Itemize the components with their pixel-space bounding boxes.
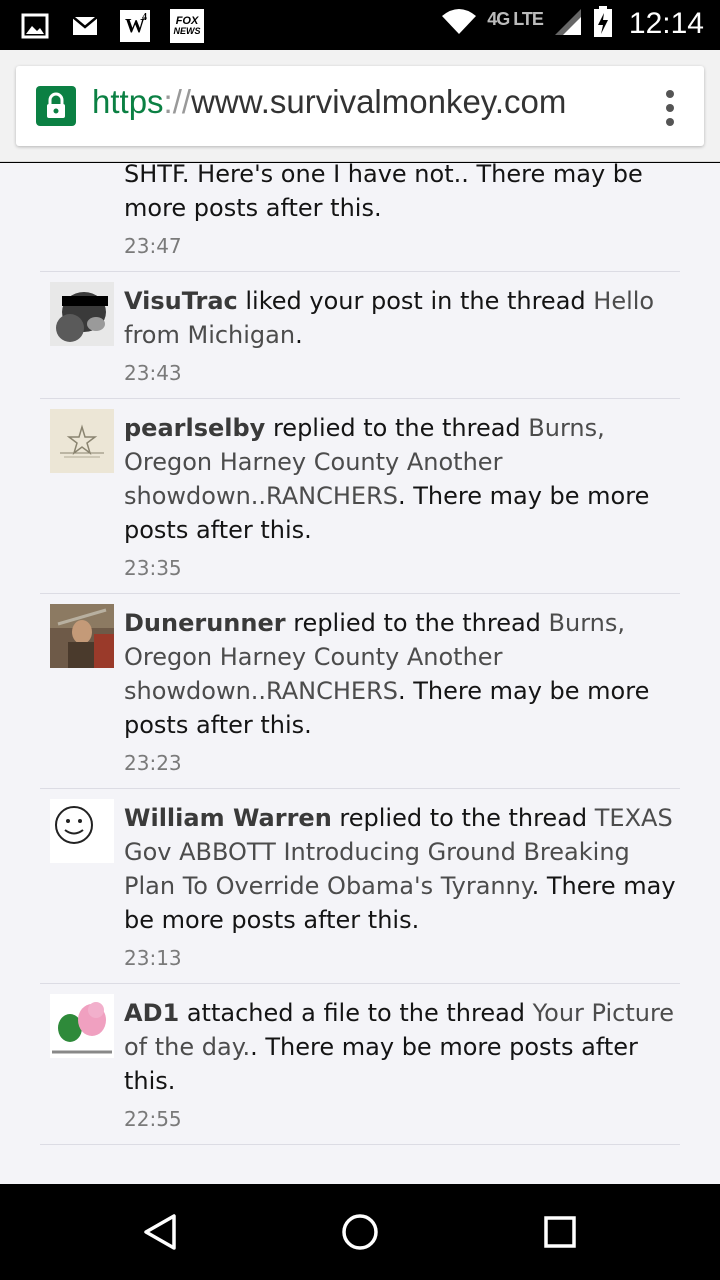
alert-message: Dunerunner replied to the thread Burns, …	[124, 606, 680, 742]
alert-action: liked your post in the thread	[237, 287, 594, 315]
list-item[interactable]: VisuTrac liked your post in the thread H…	[40, 272, 680, 399]
alert-message: VisuTrac liked your post in the thread H…	[124, 284, 680, 352]
navigation-bar	[0, 1184, 720, 1280]
w4-superscript: 4	[142, 12, 147, 23]
alerts-feed: lot of "prepper" topics, regarding when …	[0, 163, 720, 1184]
avatar[interactable]	[50, 604, 114, 668]
username-link[interactable]: AD1	[124, 999, 179, 1027]
fox-line2: NEWS	[173, 26, 201, 36]
alert-message: William Warren replied to the thread TEX…	[124, 801, 680, 937]
avatar[interactable]	[50, 282, 114, 346]
address-bar[interactable]: https://www.survivalmonkey.com	[16, 66, 704, 146]
clock: 12:14	[628, 7, 704, 40]
username-link[interactable]: pearlselby	[124, 414, 265, 442]
url-host: www.survivalmonkey.com	[191, 83, 567, 120]
status-bar: W4 FOX NEWS 4G LTE 12:14	[0, 0, 720, 50]
list-item[interactable]: William Warren replied to the thread TEX…	[40, 789, 680, 984]
wifi-icon	[441, 8, 477, 40]
avatar[interactable]	[50, 799, 114, 863]
alert-action: replied to the thread	[285, 609, 549, 637]
url-separator: ://	[163, 83, 192, 120]
timestamp: 23:23	[124, 751, 182, 775]
username-link[interactable]: Dunerunner	[124, 609, 286, 637]
alert-suffix: .	[295, 321, 303, 349]
list-item[interactable]: AD1 attached a file to the thread Your P…	[40, 984, 680, 1145]
battery-charging-icon	[593, 6, 613, 42]
timestamp: 23:35	[124, 556, 182, 580]
alert-action: replied to the thread	[265, 414, 529, 442]
image-icon	[20, 11, 50, 41]
recents-icon[interactable]	[540, 1212, 580, 1252]
timestamp: 23:43	[124, 361, 182, 385]
back-icon[interactable]	[140, 1212, 180, 1252]
timestamp: 23:47	[124, 234, 182, 258]
alert-message: AD1 attached a file to the thread Your P…	[124, 996, 680, 1098]
list-item[interactable]: pearlselby replied to the thread Burns, …	[40, 399, 680, 594]
alert-message: pearlselby replied to the thread Burns, …	[124, 411, 680, 547]
list-item[interactable]: lot of "prepper" topics, regarding when …	[40, 163, 680, 272]
notification-icons: W4 FOX NEWS	[20, 9, 204, 43]
home-icon[interactable]	[340, 1212, 380, 1252]
overflow-menu-icon[interactable]	[660, 88, 680, 128]
w4-icon: W4	[120, 10, 150, 42]
timestamp: 22:55	[124, 1107, 182, 1131]
url-text[interactable]: https://www.survivalmonkey.com	[92, 83, 566, 121]
signal-icon	[553, 7, 583, 41]
url-scheme: https	[92, 83, 164, 120]
alert-action: replied to the thread	[331, 804, 595, 832]
alert-action: attached a file to the thread	[179, 999, 533, 1027]
alert-message: lot of "prepper" topics, regarding when …	[124, 163, 680, 225]
avatar[interactable]	[50, 994, 114, 1058]
lock-icon[interactable]	[36, 86, 76, 126]
fox-news-icon: FOX NEWS	[170, 9, 204, 43]
list-item[interactable]: Dunerunner replied to the thread Burns, …	[40, 594, 680, 789]
avatar[interactable]	[50, 409, 114, 473]
username-link[interactable]: William Warren	[124, 804, 332, 832]
browser-toolbar: https://www.survivalmonkey.com	[0, 50, 720, 162]
username-link[interactable]: VisuTrac	[124, 287, 238, 315]
network-type: 4G LTE	[487, 8, 544, 29]
fox-line1: FOX	[175, 15, 199, 27]
system-icons: 4G LTE 12:14	[441, 6, 704, 42]
mail-icon	[70, 11, 100, 41]
feed-list: lot of "prepper" topics, regarding when …	[40, 163, 680, 1145]
timestamp: 23:13	[124, 946, 182, 970]
